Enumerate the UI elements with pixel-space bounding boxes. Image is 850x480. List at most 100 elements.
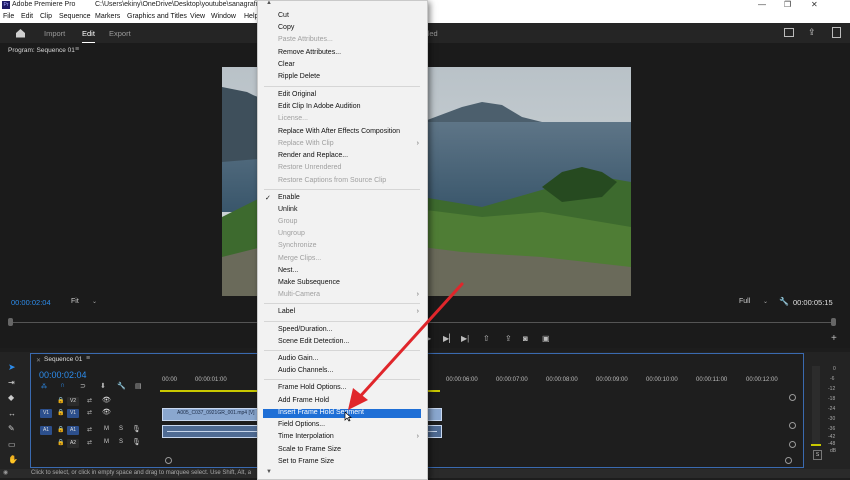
lift-icon[interactable]: ⇧ bbox=[483, 334, 490, 343]
menu-item-speed-duration[interactable]: Speed/Duration... bbox=[278, 326, 332, 333]
pen-tool-icon[interactable]: ✎ bbox=[8, 424, 15, 433]
scrub-handle-left[interactable] bbox=[8, 318, 13, 326]
sync-lock-icon[interactable]: ⇄ bbox=[87, 439, 92, 446]
track-label-a2[interactable]: A2 bbox=[67, 439, 79, 448]
zoom-select[interactable]: Fit bbox=[71, 298, 79, 305]
menu-item-edit-in-audition[interactable]: Edit Clip In Adobe Audition bbox=[278, 103, 361, 110]
menu-item-clear[interactable]: Clear bbox=[278, 61, 295, 68]
menu-item-field-options[interactable]: Field Options... bbox=[278, 421, 325, 428]
menu-item-audio-gain[interactable]: Audio Gain... bbox=[278, 355, 318, 362]
menu-item-enable[interactable]: Enable bbox=[278, 194, 300, 201]
minimize-icon[interactable]: — bbox=[758, 0, 766, 9]
add-marker-icon[interactable]: ⬇ bbox=[100, 382, 106, 390]
close-icon[interactable]: ✕ bbox=[36, 357, 41, 364]
slip-tool-icon[interactable]: ↔ bbox=[8, 409, 16, 418]
ripple-edit-tool-icon[interactable]: ◆ bbox=[8, 393, 14, 402]
compare-icon[interactable]: ▣ bbox=[542, 334, 550, 343]
wrench-icon[interactable]: 🔧 bbox=[117, 382, 126, 390]
menu-item-make-subsequence[interactable]: Make Subsequence bbox=[278, 279, 340, 286]
microphone-icon[interactable]: 🎙 bbox=[132, 438, 141, 446]
scroll-down-icon[interactable]: ▼ bbox=[266, 469, 272, 475]
menu-item-replace-after-effects[interactable]: Replace With After Effects Composition bbox=[278, 128, 400, 135]
chevron-down-icon[interactable]: ⌄ bbox=[763, 298, 768, 305]
menu-item-remove-attributes[interactable]: Remove Attributes... bbox=[278, 49, 341, 56]
resolution-select[interactable]: Full bbox=[739, 298, 750, 305]
menu-item-audio-channels[interactable]: Audio Channels... bbox=[278, 367, 333, 374]
menu-item-frame-hold-options[interactable]: Frame Hold Options... bbox=[278, 384, 346, 391]
sequence-tab[interactable]: Sequence 01 bbox=[44, 356, 82, 363]
track-label-v1[interactable]: V1 bbox=[67, 409, 79, 418]
menu-item-render-and-replace[interactable]: Render and Replace... bbox=[278, 152, 348, 159]
menu-item-time-interpolation[interactable]: Time Interpolation bbox=[278, 433, 334, 440]
lock-icon[interactable]: 🔒 bbox=[57, 439, 64, 446]
hand-tool-icon[interactable]: ✋ bbox=[8, 455, 18, 464]
source-patch-v1[interactable]: V1 bbox=[40, 409, 52, 418]
menu-item-cut[interactable]: Cut bbox=[278, 12, 289, 19]
menu-file[interactable]: File bbox=[3, 13, 14, 20]
chevron-down-icon[interactable]: ⌄ bbox=[92, 298, 97, 305]
track-label-a1[interactable]: A1 bbox=[67, 426, 79, 435]
mute-button[interactable]: M bbox=[104, 426, 109, 432]
track-scroll-handle[interactable] bbox=[789, 441, 796, 448]
workspace-import[interactable]: Import bbox=[44, 29, 65, 38]
solo-button[interactable]: S bbox=[119, 426, 123, 432]
solo-meter-button[interactable]: S bbox=[813, 450, 822, 460]
menu-item-scene-edit-detection[interactable]: Scene Edit Detection... bbox=[278, 338, 349, 345]
menu-sequence[interactable]: Sequence bbox=[59, 13, 91, 20]
sync-lock-icon[interactable]: ⇄ bbox=[87, 426, 92, 433]
menu-markers[interactable]: Markers bbox=[95, 13, 120, 20]
mute-button[interactable]: M bbox=[104, 439, 109, 445]
track-scroll-handle[interactable] bbox=[789, 394, 796, 401]
menu-item-scale-to-frame-size[interactable]: Scale to Frame Size bbox=[278, 446, 341, 453]
restore-icon[interactable]: ❐ bbox=[784, 0, 791, 9]
fullscreen-icon[interactable] bbox=[832, 27, 841, 38]
share-icon[interactable]: ⇪ bbox=[808, 27, 816, 38]
sync-lock-icon[interactable]: ⇄ bbox=[87, 397, 92, 404]
menu-item-label[interactable]: Label bbox=[278, 308, 295, 315]
nest-toggle-icon[interactable]: ⁂ bbox=[41, 383, 47, 390]
microphone-icon[interactable]: 🎙 bbox=[132, 425, 141, 433]
eye-icon[interactable]: 👁 bbox=[102, 408, 111, 416]
menu-item-edit-original[interactable]: Edit Original bbox=[278, 91, 316, 98]
scroll-up-icon[interactable]: ▲ bbox=[266, 0, 272, 6]
snap-icon[interactable]: ∩ bbox=[60, 382, 65, 389]
track-scroll-handle[interactable] bbox=[789, 422, 796, 429]
home-icon[interactable] bbox=[15, 28, 26, 38]
add-button-icon[interactable]: + bbox=[831, 333, 837, 344]
source-patch-a1[interactable]: A1 bbox=[40, 426, 52, 435]
menu-item-nest[interactable]: Nest... bbox=[278, 267, 298, 274]
rectangle-tool-icon[interactable]: ▭ bbox=[8, 440, 16, 449]
extract-icon[interactable]: ⇪ bbox=[505, 334, 512, 343]
menu-edit[interactable]: Edit bbox=[21, 13, 33, 20]
menu-item-add-frame-hold[interactable]: Add Frame Hold bbox=[278, 397, 329, 404]
menu-item-unlink[interactable]: Unlink bbox=[278, 206, 297, 213]
menu-item-copy[interactable]: Copy bbox=[278, 24, 294, 31]
menu-graphics-and-titles[interactable]: Graphics and Titles bbox=[127, 13, 187, 20]
panel-menu-icon[interactable]: ≡ bbox=[86, 355, 90, 362]
panel-layout-icon[interactable] bbox=[784, 28, 794, 37]
workspace-export[interactable]: Export bbox=[109, 29, 131, 38]
scrub-handle-right[interactable] bbox=[831, 318, 836, 326]
panel-menu-icon[interactable]: ≡ bbox=[75, 46, 79, 53]
menu-window[interactable]: Window bbox=[211, 13, 236, 20]
solo-button[interactable]: S bbox=[119, 439, 123, 445]
camera-icon[interactable]: ◙ bbox=[523, 334, 528, 343]
menu-item-ripple-delete[interactable]: Ripple Delete bbox=[278, 73, 320, 80]
timeline-timecode[interactable]: 00:00:02:04 bbox=[39, 370, 87, 380]
track-label-v2[interactable]: V2 bbox=[67, 397, 79, 406]
menu-view[interactable]: View bbox=[190, 13, 205, 20]
settings-icon[interactable]: 🔧 bbox=[779, 297, 789, 306]
program-timecode[interactable]: 00:00:02:04 bbox=[11, 298, 51, 307]
selection-tool-icon[interactable]: ➤ bbox=[8, 362, 16, 373]
captions-icon[interactable]: ▤ bbox=[135, 382, 142, 390]
linked-selection-icon[interactable]: ⊃ bbox=[80, 382, 86, 390]
lock-icon[interactable]: 🔒 bbox=[57, 409, 64, 416]
eye-icon[interactable]: 👁 bbox=[102, 396, 111, 404]
workspace-edit[interactable]: Edit bbox=[82, 29, 95, 44]
lock-icon[interactable]: 🔒 bbox=[57, 426, 64, 433]
lock-icon[interactable]: 🔒 bbox=[57, 397, 64, 404]
menu-item-set-to-frame-size[interactable]: Set to Frame Size bbox=[278, 458, 334, 465]
sync-lock-icon[interactable]: ⇄ bbox=[87, 409, 92, 416]
track-select-tool-icon[interactable]: ⇥ bbox=[8, 378, 15, 387]
menu-clip[interactable]: Clip bbox=[40, 13, 52, 20]
